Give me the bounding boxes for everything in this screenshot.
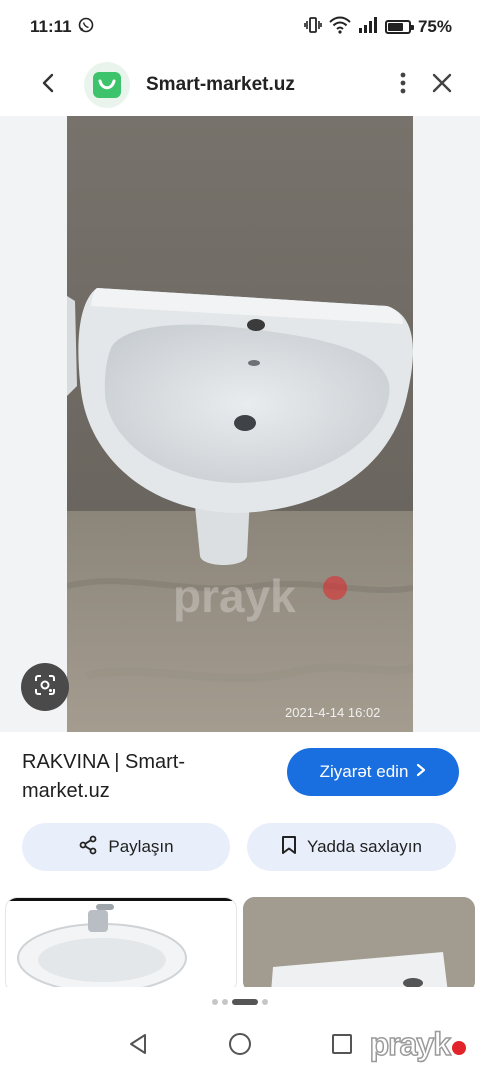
photo-watermark: prayk	[173, 570, 296, 622]
bookmark-icon	[281, 835, 297, 860]
pagination-dot-active	[232, 999, 258, 1005]
status-left: 11:11	[30, 17, 94, 38]
nav-back-icon	[127, 1032, 149, 1061]
share-label: Paylaşın	[108, 837, 174, 856]
share-icon	[78, 835, 98, 860]
visit-label: Ziyarət edin	[319, 762, 409, 781]
lens-icon	[33, 673, 57, 702]
share-button[interactable]: Paylaşın	[22, 823, 230, 871]
system-nav-bar: prayk	[0, 1020, 480, 1072]
related-image-1[interactable]	[5, 897, 237, 987]
back-button[interactable]	[28, 65, 68, 105]
nav-recents-button[interactable]	[328, 1032, 356, 1060]
result-title[interactable]: RAKVINA | Smart-market.uz	[22, 748, 252, 806]
corner-watermark: prayk	[369, 1025, 466, 1063]
related-image-2[interactable]	[243, 897, 475, 987]
related-sink-illustration-2	[243, 897, 475, 987]
result-info: RAKVINA | Smart-market.uz Ziyarət edin	[0, 744, 480, 814]
more-vert-icon[interactable]	[400, 71, 406, 100]
chevron-right-icon	[416, 762, 426, 782]
top-bar-actions	[400, 71, 452, 100]
watermark-dot	[323, 576, 347, 600]
close-icon[interactable]	[432, 73, 452, 98]
status-right: 75%	[304, 16, 452, 39]
action-row: Paylaşın Yadda saxlayın	[0, 823, 480, 871]
save-button[interactable]: Yadda saxlayın	[247, 823, 456, 871]
nav-home-button[interactable]	[226, 1032, 254, 1060]
wifi-icon	[329, 16, 351, 39]
visit-button[interactable]: Ziyarət edin	[287, 748, 459, 796]
pagination-dot	[222, 999, 228, 1005]
lens-button[interactable]	[21, 663, 69, 711]
pagination-dot	[262, 999, 268, 1005]
related-images	[0, 897, 480, 987]
battery-fill	[387, 23, 403, 31]
product-photo[interactable]: 2021-4-14 16:02 prayk	[67, 116, 413, 732]
corner-watermark-dot	[452, 1040, 466, 1055]
related-sink-illustration-1	[6, 898, 236, 987]
status-time: 11:11	[30, 17, 72, 36]
site-logo-mark	[93, 72, 121, 98]
sink-photo-illustration: 2021-4-14 16:02 prayk	[67, 116, 413, 732]
back-icon	[40, 73, 56, 98]
nav-recents-icon	[331, 1033, 353, 1060]
image-viewer-page: 11:11 75% Smart-market.uz 2021-4-14 16:0…	[0, 0, 480, 1072]
nav-back-button[interactable]	[124, 1032, 152, 1060]
signal-icon	[358, 16, 378, 38]
battery-percent: 75%	[417, 17, 452, 36]
pagination-dots	[0, 996, 480, 1008]
status-bar: 11:11 75%	[0, 0, 480, 54]
whatsapp-icon	[78, 17, 94, 38]
save-label: Yadda saxlayın	[307, 837, 422, 856]
pagination-dot	[212, 999, 218, 1005]
top-bar: Smart-market.uz	[0, 54, 480, 116]
battery-icon	[384, 20, 414, 34]
nav-home-icon	[228, 1032, 252, 1061]
image-area: 2021-4-14 16:02 prayk	[0, 116, 480, 732]
site-title[interactable]: Smart-market.uz	[146, 74, 295, 96]
vibrate-icon	[304, 16, 322, 38]
photo-timestamp: 2021-4-14 16:02	[285, 705, 380, 720]
site-logo	[84, 62, 130, 108]
corner-watermark-text: prayk	[369, 1025, 452, 1063]
